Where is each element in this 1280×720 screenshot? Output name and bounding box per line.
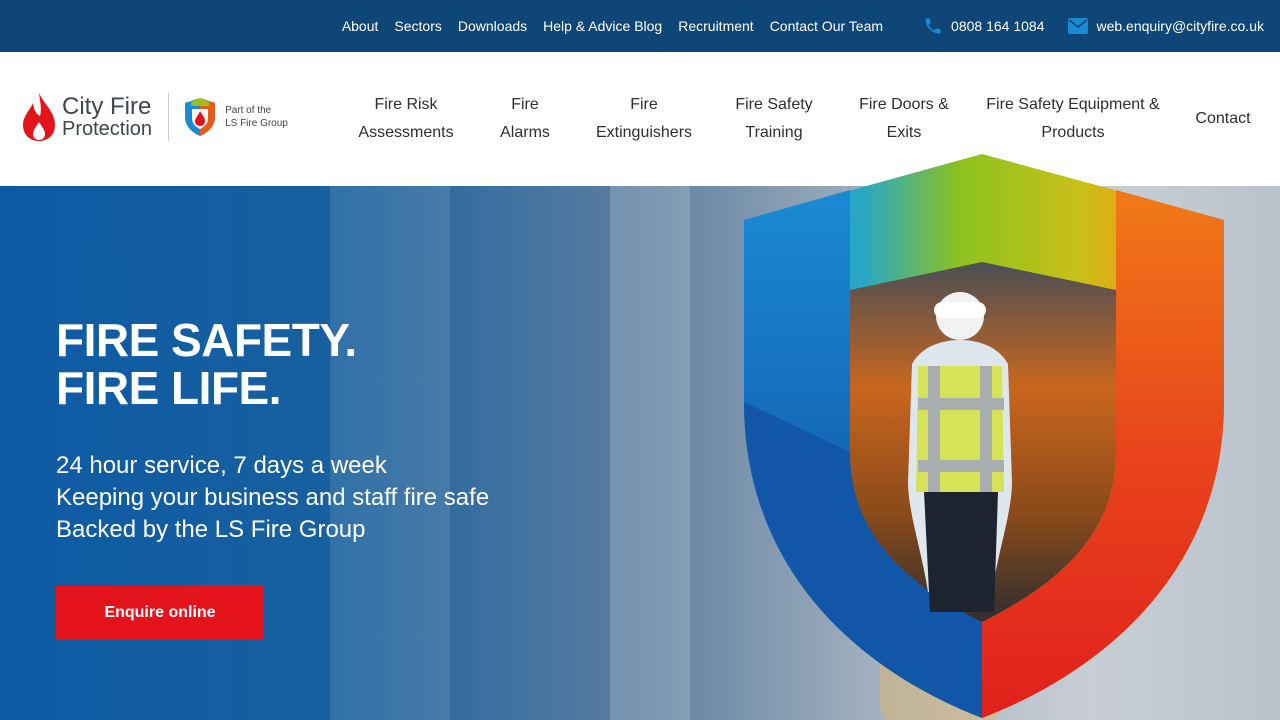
utility-link-downloads[interactable]: Downloads [458,18,527,34]
utility-nav: About Sectors Downloads Help & Advice Bl… [342,18,883,34]
hero-background-blur [610,186,690,720]
nav-label-line1: Contact [1195,110,1251,127]
utility-link-blog[interactable]: Help & Advice Blog [543,18,662,34]
brand-name-line1: City Fire [62,92,152,120]
nav-label-line1: Fire Safety [735,96,813,113]
nav-label-line1: Fire [630,96,658,113]
email-address[interactable]: web.enquiry@cityfire.co.uk [1096,18,1264,34]
nav-fire-alarms[interactable]: Fire Alarms [468,91,582,147]
hero-subtext-line1: 24 hour service, 7 days a week [56,452,387,479]
part-of-group-text: Part of the LS Fire Group [225,104,295,130]
nav-label-line2: Alarms [500,124,550,141]
nav-label-line1: Fire Risk [374,96,438,113]
phone-number[interactable]: 0808 164 1084 [951,18,1044,34]
nav-fire-risk-assessments[interactable]: Fire Risk Assessments [344,91,468,147]
utility-link-recruitment[interactable]: Recruitment [678,18,753,34]
utility-link-contact-team[interactable]: Contact Our Team [770,18,883,34]
hero-subtext: 24 hour service, 7 days a week Keeping y… [56,450,489,546]
nav-label-line1: Fire [511,96,539,113]
nav-label-line2: Products [1041,124,1105,141]
phone-contact[interactable]: 0808 164 1084 [923,16,1044,36]
utility-link-sectors[interactable]: Sectors [394,18,441,34]
phone-icon [925,18,941,34]
nav-label-line1: Fire Doors & [859,96,949,113]
brand-name: City Fire Protection [62,94,152,140]
logo-divider [168,93,170,141]
hero-shield-graphic [744,154,1224,718]
nav-fire-safety-equipment-products[interactable]: Fire Safety Equipment & Products [966,91,1180,147]
top-utility-bar: About Sectors Downloads Help & Advice Bl… [0,0,1280,52]
nav-label-line1: Fire Safety Equipment & [986,96,1160,113]
nav-label-line2: Extinguishers [595,124,693,141]
envelope-icon [1068,18,1089,34]
utility-link-about[interactable]: About [342,18,379,34]
flame-logo-icon [23,93,55,141]
nav-fire-doors-exits[interactable]: Fire Doors & Exits [842,91,966,147]
nav-label-line2: Exits [886,124,922,141]
nav-label-line2: Assessments [358,124,454,141]
part-of-line1: Part of the [225,105,272,116]
hero-subtext-line2: Keeping your business and staff fire saf… [56,484,490,511]
brand-name-line2: Protection [62,118,153,141]
nav-fire-extinguishers[interactable]: Fire Extinguishers [582,91,706,147]
nav-label-line2: Training [745,124,803,141]
nav-contact[interactable]: Contact [1180,105,1266,133]
hero-headline-line1: FIRE SAFETY. [56,314,357,366]
nav-fire-safety-training[interactable]: Fire Safety Training [706,91,842,147]
enquire-online-button[interactable]: Enquire online [56,586,264,640]
site-logo[interactable]: City Fire Protection Part of the LS Fire… [22,92,295,142]
email-contact[interactable]: web.enquiry@cityfire.co.uk [1068,18,1264,34]
hero-headline-line2: FIRE LIFE. [56,362,281,414]
hero-subtext-line3: Backed by the LS Fire Group [56,516,366,543]
hero-headline: FIRE SAFETY. FIRE LIFE. [56,316,357,412]
part-of-line2: LS Fire Group [225,118,288,129]
ls-fire-group-shield-icon [185,98,216,136]
